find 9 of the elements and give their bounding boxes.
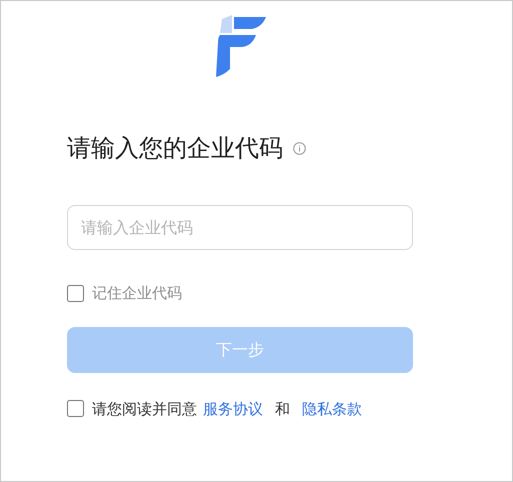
- agreement-checkbox[interactable]: [67, 400, 84, 418]
- company-code-field[interactable]: 请输入企业代码: [67, 205, 413, 250]
- agreement-link[interactable]: 隐私条款: [302, 400, 362, 418]
- info-icon[interactable]: [293, 142, 306, 154]
- agreement-link[interactable]: 服务协议: [203, 400, 263, 418]
- agreement-text: 请您阅读并同意 服务协议 和 隐私条款: [92, 398, 363, 420]
- page-title: 请输入您的企业代码: [67, 133, 283, 164]
- remember-checkbox[interactable]: [67, 284, 84, 302]
- remember-label: 记住企业代码: [92, 283, 182, 304]
